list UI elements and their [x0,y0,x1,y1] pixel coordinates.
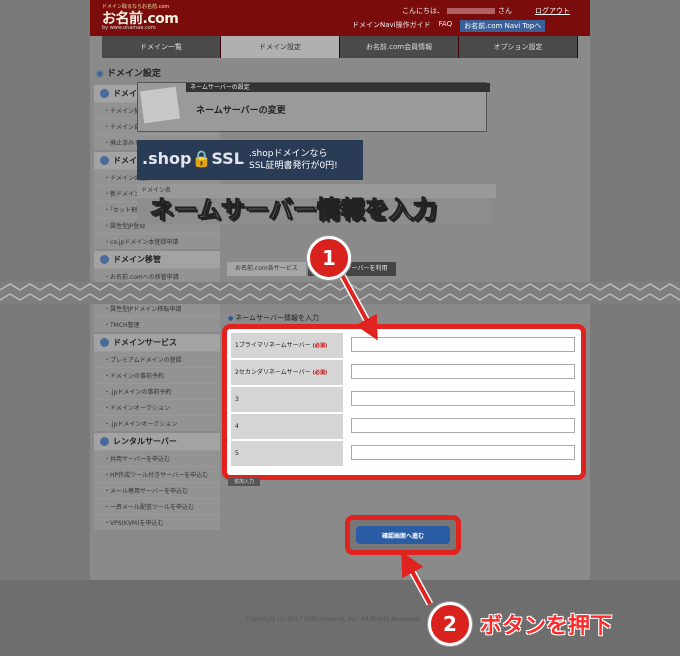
step2-label: ボタンを押下 [480,614,613,639]
banner-text: .shopドメインなら SSL証明書発行が0円! [249,149,338,171]
tab-onamae-services[interactable]: お名前.com各サービス [227,262,306,276]
section-icon [100,89,109,98]
guide-link[interactable]: ドメインNavi操作ガイド [352,20,431,32]
sidebar-item[interactable]: 一斉メール配信ツールを申込む [94,498,220,514]
sidebar-section: レンタルサーバー共用サーバーを申込むHP作成ツール付きサーバーを申込むメール専用… [94,433,220,530]
ns-label-4: 4 [231,414,343,440]
ns-row-5: 5 [231,441,577,467]
tab-member-info[interactable]: お名前.com会員情報 [340,36,459,58]
sidebar-section-title: レンタルサーバー [94,433,220,450]
site-header: ドメイン取るならお名前.com お名前.com by www.onamae.co… [90,0,590,58]
faq-link[interactable]: FAQ [439,20,453,32]
ns-input-4[interactable] [351,418,575,433]
confirm-button[interactable]: 確認画面へ進む [356,526,450,544]
ns-label-5: 5 [231,441,343,467]
username-blurred [447,8,495,14]
banner-logo: .shop🔒SSL [142,149,244,168]
shop-ssl-banner[interactable]: .shop🔒SSL .shopドメインなら SSL証明書発行が0円! [137,140,363,180]
tab-domain-list[interactable]: ドメイン一覧 [102,36,221,58]
form-heading: ネームサーバー情報を入力 [228,313,319,323]
sidebar-title: ドメイン設定 [90,62,218,83]
sidebar-item[interactable]: .jpドメインオークション [94,415,220,431]
copyright: Copyright (c) 2017 GMO Internet, Inc. Al… [246,616,422,623]
sidebar-item[interactable]: VPS(KVM)を申込む [94,514,220,530]
section-icon [100,255,109,264]
sidebar-item[interactable]: プレミアムドメインの登録 [94,351,220,367]
sidebar-section-title: ドメイン移管 [94,251,220,268]
section-icon [100,338,109,347]
sidebar-section-label: レンタルサーバー [113,437,177,446]
ns-row-3: 3 [231,387,577,413]
add-input-button[interactable]: 追加入力 [228,478,260,486]
section-icon [100,437,109,446]
header-links: ドメインNavi操作ガイド FAQ お名前.com Navi Topへ [352,20,546,32]
ns-input-5[interactable] [351,445,575,460]
ns-row-2: 2セカンダリネームサーバー (必須) [231,360,577,386]
page-title: ネームサーバーの変更 [196,106,286,116]
ns-row-4: 4 [231,414,577,440]
ns-input-2[interactable] [351,364,575,379]
logo-url: by www.onamae.com [102,25,156,31]
sidebar-item[interactable]: TMCH管理 [94,316,220,332]
confirm-highlight: 確認画面へ進む [345,515,461,555]
ns-input-1[interactable] [351,337,575,352]
nameserver-form: 1プライマリネームサーバー (必須) 2セカンダリネームサーバー (必須) 3 4 … [222,324,586,480]
step1-label: ネームサーバー情報を入力 [149,196,438,225]
step1-number: 1 [307,236,351,280]
sidebar-item[interactable]: HP作成ツール付きサーバーを申込む [94,466,220,482]
ns-label-3: 3 [231,387,343,413]
ns-row-1: 1プライマリネームサーバー (必須) [231,333,577,359]
main-tabs: ドメイン一覧 ドメイン設定 お名前.com会員情報 オプション設定 [102,36,578,58]
sidebar-item[interactable]: ドメインの事前予約 [94,367,220,383]
section-icon [100,156,109,165]
sidebar-section-label: ドメインサービス [113,338,177,347]
sidebar-section: ドメインサービスプレミアムドメインの登録ドメインの事前予約.jpドメインの事前予… [94,334,220,431]
sidebar-item[interactable]: .jpドメインの事前予約 [94,383,220,399]
sidebar-item[interactable]: メール専用サーバーを申込む [94,482,220,498]
torn-edge-divider [0,282,680,304]
tab-domain-settings[interactable]: ドメイン設定 [221,36,340,58]
ns-label-1: 1プライマリネームサーバー (必須) [231,333,343,359]
tab-option-settings[interactable]: オプション設定 [459,36,578,58]
box-caption: ネームサーバーの設定 [186,83,490,92]
step2-number: 2 [428,602,472,646]
box-thumbnail [139,86,181,124]
sidebar-item[interactable]: co.jpドメイン本登録申請 [94,233,220,249]
greeting: こんにちは、 さん [402,7,512,15]
logout-link[interactable]: ログアウト [535,6,570,16]
navi-top-link[interactable]: お名前.com Navi Topへ [460,20,546,32]
sidebar-item[interactable]: 共用サーバーを申込む [94,450,220,466]
nameserver-box: ネームサーバーの設定 ネームサーバーの変更 [137,82,490,132]
ns-label-2: 2セカンダリネームサーバー (必須) [231,360,343,386]
ns-input-3[interactable] [351,391,575,406]
sidebar-section-label: ドメイン移管 [113,255,161,264]
sidebar-item[interactable]: ドメインオークション [94,399,220,415]
sidebar-section-title: ドメインサービス [94,334,220,351]
